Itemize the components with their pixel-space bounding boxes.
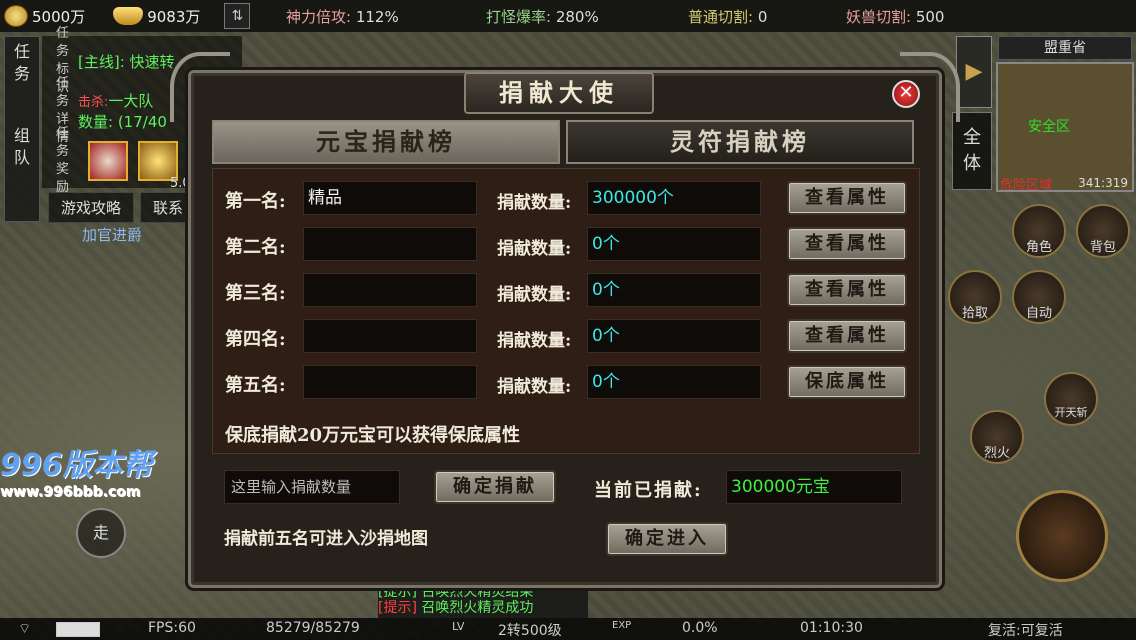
view-attributes-button[interactable]: 查看属性 <box>787 273 907 307</box>
pickup-button[interactable]: 拾取 <box>948 270 1002 324</box>
ingot-amount: 9083万 <box>147 7 201 26</box>
rank-label: 第五名: <box>225 375 286 396</box>
hp: 85279/85279 <box>266 620 360 636</box>
game-guide-button[interactable]: 游戏攻略 <box>48 192 135 223</box>
view-attributes-button[interactable]: 查看属性 <box>787 227 907 261</box>
expand-arrow-icon[interactable]: ▶ <box>956 36 992 108</box>
attack-mode-button[interactable]: 全体 <box>952 112 992 190</box>
revive-status: 复活:可复活 <box>988 623 1063 639</box>
skill-liehuo-button[interactable]: 烈火 <box>970 410 1024 464</box>
bag-button[interactable]: 背包 <box>1076 204 1130 258</box>
rank-player-name <box>303 227 477 261</box>
guaranteed-attributes-button[interactable]: 保底属性 <box>787 365 907 399</box>
guarantee-hint: 保底捐献20万元宝可以获得保底属性 <box>225 425 521 446</box>
rank-player-name <box>303 273 477 307</box>
nav-team-char1[interactable]: 组 <box>5 125 39 147</box>
rank-label: 第一名: <box>225 191 286 212</box>
amount-label: 捐献数量: <box>497 377 572 397</box>
enter-map-hint: 捐献前五名可进入沙捐地图 <box>224 529 428 549</box>
donation-amount-input[interactable] <box>224 470 400 504</box>
clock: 01:10:30 <box>800 620 863 636</box>
amount-label: 捐献数量: <box>497 239 572 259</box>
rank-row-5: 第五名: 捐献数量: 0个 保底属性 <box>213 365 921 401</box>
stat-divine-attack: 神力倍攻: 112% <box>286 8 399 26</box>
skill-kaitian-button[interactable]: 开天斩 <box>1044 372 1098 426</box>
ingot-icon <box>113 7 144 25</box>
tab-talisman-donation[interactable]: 灵符捐献榜 <box>566 120 914 164</box>
confirm-enter-button[interactable]: 确定进入 <box>606 522 728 556</box>
rank-amount: 0个 <box>587 365 761 399</box>
rank-amount: 0个 <box>587 227 761 261</box>
rank-amount: 0个 <box>587 319 761 353</box>
dragon-ornament-left-icon <box>170 52 230 122</box>
stat-normal-cut: 普通切割: 0 <box>688 8 768 26</box>
coin-icon <box>4 5 28 27</box>
walk-button[interactable]: 走 <box>76 508 126 558</box>
battery-icon <box>56 622 100 637</box>
coordinates: 341:319 <box>1078 176 1128 190</box>
ingot-resource: 9083万 <box>113 6 200 27</box>
donation-dialog: 捐献大使 ✕ 元宝捐献榜 灵符捐献榜 第一名: 精品 捐献数量: 300000个… <box>170 52 960 592</box>
exp: 0.0% <box>682 620 718 636</box>
wifi-icon: ⌔ <box>18 621 32 637</box>
fps: FPS:60 <box>148 620 196 636</box>
rank-label: 第二名: <box>225 237 286 258</box>
lv-tag: LV <box>452 620 465 633</box>
chat-line-2: [提示] 召唤烈火精灵成功 <box>378 600 534 616</box>
tab-ingot-donation[interactable]: 元宝捐献榜 <box>212 120 560 164</box>
swap-icon[interactable]: ⇅ <box>224 3 251 29</box>
minimap[interactable]: 安全区 危险区域 341:319 <box>996 62 1134 193</box>
dialog-title: 捐献大使 <box>464 72 654 114</box>
confirm-donate-button[interactable]: 确定捐献 <box>434 470 556 504</box>
ingot-reward-icon[interactable] <box>138 141 178 181</box>
level: 2转500级 <box>498 623 562 639</box>
rank-label: 第四名: <box>225 329 286 350</box>
nav-task-char1[interactable]: 任 <box>5 41 39 63</box>
promotion-link[interactable]: 加官进爵 <box>82 224 142 245</box>
character-button[interactable]: 角色 <box>1012 204 1066 258</box>
amount-label: 捐献数量: <box>497 285 572 305</box>
stat-drop-rate: 打怪爆率: 280% <box>486 8 599 26</box>
left-nav: 任 务 组 队 <box>4 36 40 222</box>
rank-row-1: 第一名: 精品 捐献数量: 300000个 查看属性 <box>213 181 921 217</box>
rank-amount: 0个 <box>587 273 761 307</box>
watermark-logo: 996版本帮 www.996bbb.com <box>0 448 153 500</box>
amount-label: 捐献数量: <box>497 193 572 213</box>
rank-player-name <box>303 365 477 399</box>
amount-label: 捐献数量: <box>497 331 572 351</box>
rank-player-name: 精品 <box>303 181 477 215</box>
map-name: 盟重省 <box>998 36 1132 60</box>
auto-button[interactable]: 自动 <box>1012 270 1066 324</box>
view-attributes-button[interactable]: 查看属性 <box>787 319 907 353</box>
ranking-board: 第一名: 精品 捐献数量: 300000个 查看属性 第二名: 捐献数量: 0个… <box>212 168 920 454</box>
nav-task-char2[interactable]: 务 <box>5 63 39 85</box>
close-icon[interactable]: ✕ <box>892 80 920 108</box>
exp-tag: EXP <box>612 620 632 631</box>
left-buttons: 游戏攻略 联系 <box>48 192 197 223</box>
rank-row-3: 第三名: 捐献数量: 0个 查看属性 <box>213 273 921 309</box>
rank-row-2: 第二名: 捐献数量: 0个 查看属性 <box>213 227 921 263</box>
current-donated-label: 当前已捐献: <box>594 480 703 501</box>
coin-resource: 5000万 <box>4 5 85 27</box>
safe-zone-label: 安全区 <box>1028 119 1070 135</box>
status-bar: ⌔ FPS:60 85279/85279 LV 2转500级 EXP 0.0% … <box>0 618 1136 640</box>
rank-row-4: 第四名: 捐献数量: 0个 查看属性 <box>213 319 921 355</box>
rank-amount: 300000个 <box>587 181 761 215</box>
nav-team-char2[interactable]: 队 <box>5 147 39 169</box>
rank-player-name <box>303 319 477 353</box>
current-donated-value: 300000元宝 <box>726 470 902 504</box>
rank-label: 第三名: <box>225 283 286 304</box>
view-attributes-button[interactable]: 查看属性 <box>787 181 907 215</box>
stat-beast-cut: 妖兽切割: 500 <box>846 8 945 26</box>
coin-amount: 5000万 <box>32 7 86 26</box>
danger-zone-label: 危险区域 <box>1000 178 1053 193</box>
attack-sword-icon[interactable] <box>1016 490 1108 582</box>
gift-box-icon[interactable] <box>88 141 128 181</box>
